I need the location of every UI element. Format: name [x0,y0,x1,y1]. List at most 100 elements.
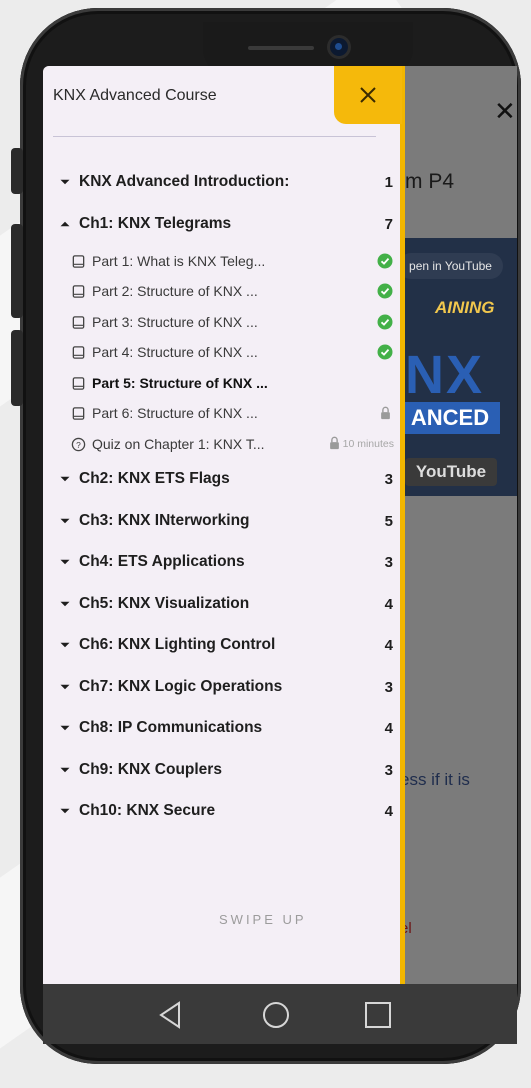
android-nav-bar [43,984,517,1044]
quiz-duration: 10 minutes [342,438,394,450]
close-icon [360,87,376,103]
lesson-item[interactable]: Part 2: Structure of KNX ... [70,278,394,304]
caret-down-icon [57,174,73,190]
chapter-title: Ch7: KNX Logic Operations [79,678,283,695]
lesson-title: Part 3: Structure of KNX ... [92,314,258,330]
chapter-lesson-count: 3 [384,678,393,696]
lesson-title: m P4 [405,170,455,193]
close-icon[interactable]: ✕ [494,96,516,127]
caret-down-icon [57,803,73,819]
screen: ✕ m P4 pen in YouTube AINING NX ANCED Yo… [43,66,517,984]
lesson-item[interactable]: Part 6: Structure of KNX ... [70,400,394,426]
chapter-title: KNX Advanced Introduction: [79,173,290,190]
side-button-volume-up [11,224,23,318]
chapter-row[interactable]: Ch4: ETS Applications 3 [57,547,393,577]
book-icon [70,314,86,330]
caret-down-icon [57,637,73,653]
caret-down-icon [57,554,73,570]
chapter-row[interactable]: Ch6: KNX Lighting Control 4 [57,630,393,660]
chapter-row[interactable]: Ch10: KNX Secure 4 [57,796,393,826]
chapter-lesson-count: 1 [384,173,393,191]
chapter-title: Ch1: KNX Telegrams [79,215,232,232]
open-in-youtube-button[interactable]: pen in YouTube [398,253,503,279]
lesson-title: Part 6: Structure of KNX ... [92,405,258,421]
chapter-lesson-count: 4 [384,802,393,820]
chapter-row[interactable]: Ch7: KNX Logic Operations 3 [57,672,393,702]
chapter-lesson-count: 3 [384,470,393,488]
video-thumbnail-text: AINING [435,298,495,317]
drawer-close-button[interactable] [334,66,402,124]
book-icon [70,405,86,421]
nav-recents-button[interactable] [361,998,395,1032]
lesson-item[interactable]: ? Quiz on Chapter 1: KNX T... 10 minutes [70,431,394,457]
caret-down-icon [57,513,73,529]
caret-up-icon [57,216,73,232]
check-circle-icon [376,282,394,300]
video-thumbnail-badge: ANCED [400,402,500,434]
book-icon [70,253,86,269]
chapter-lesson-count: 7 [384,215,393,233]
chapter-title: Ch4: ETS Applications [79,553,245,570]
lesson-item[interactable]: Part 1: What is KNX Teleg... [70,248,394,274]
chapter-title: Ch6: KNX Lighting Control [79,636,276,653]
drawer-title: KNX Advanced Course [53,87,217,104]
chapter-title: Ch2: KNX ETS Flags [79,470,230,487]
lesson-item[interactable]: Part 3: Structure of KNX ... [70,309,394,335]
chapter-lesson-count: 4 [384,636,393,654]
chapter-lesson-count: 3 [384,761,393,779]
check-circle-icon [376,252,394,270]
speaker [248,46,314,50]
check-circle-icon [376,313,394,331]
video-thumbnail-logo: NX [405,345,485,405]
caret-down-icon [57,720,73,736]
check-circle-icon [376,343,394,361]
quiz-icon: ? [70,436,86,452]
lesson-title: Part 4: Structure of KNX ... [92,344,258,360]
recents-square-icon [365,1002,391,1028]
front-camera [330,38,348,56]
chapter-title: Ch5: KNX Visualization [79,595,250,612]
nav-back-button[interactable] [153,998,187,1032]
caret-down-icon [57,596,73,612]
lesson-title: Part 1: What is KNX Teleg... [92,253,266,269]
side-button-volume-down [11,330,23,406]
chapter-lesson-count: 4 [384,595,393,613]
chapter-lesson-count: 5 [384,512,393,530]
youtube-logo[interactable]: YouTube [405,458,497,486]
chapter-row[interactable]: Ch2: KNX ETS Flags 3 [57,464,393,494]
chapter-row[interactable]: KNX Advanced Introduction: 1 [57,167,393,197]
course-drawer: KNX Advanced Course KNX Advanced Introdu… [43,66,405,984]
svg-text:?: ? [76,439,81,449]
lesson-title: Quiz on Chapter 1: KNX T... [92,436,265,452]
chapter-title: Ch10: KNX Secure [79,802,216,819]
book-icon [70,344,86,360]
lesson-title: Part 5: Structure of KNX ... [92,375,268,391]
book-icon [70,283,86,299]
divider [53,136,376,137]
nav-home-button[interactable] [259,998,293,1032]
side-button-power [11,148,23,194]
chapter-row[interactable]: Ch3: KNX INterworking 5 [57,506,393,536]
quiz-meta: 10 minutes [328,436,394,453]
chapter-title: Ch3: KNX INterworking [79,512,250,529]
caret-down-icon [57,679,73,695]
chapter-title: Ch8: IP Communications [79,719,263,736]
caret-down-icon [57,471,73,487]
chapter-lesson-count: 4 [384,719,393,737]
lock-icon [376,404,394,422]
book-icon [70,375,86,391]
lesson-title: Part 2: Structure of KNX ... [92,283,258,299]
home-circle-icon [263,1002,289,1028]
chapter-row[interactable]: Ch8: IP Communications 4 [57,713,393,743]
lesson-item[interactable]: Part 5: Structure of KNX ... [70,370,394,396]
chapter-row[interactable]: Ch9: KNX Couplers 3 [57,755,393,785]
swipe-up-hint: SWIPE UP [219,912,307,927]
chapter-title: Ch9: KNX Couplers [79,761,222,778]
back-triangle-icon [159,1001,180,1029]
lesson-body-text: ess if it is [400,770,470,789]
lesson-item[interactable]: Part 4: Structure of KNX ... [70,339,394,365]
lock-icon [328,436,341,453]
caret-down-icon [57,762,73,778]
chapter-row[interactable]: Ch5: KNX Visualization 4 [57,589,393,619]
chapter-row[interactable]: Ch1: KNX Telegrams 7 [57,209,393,239]
